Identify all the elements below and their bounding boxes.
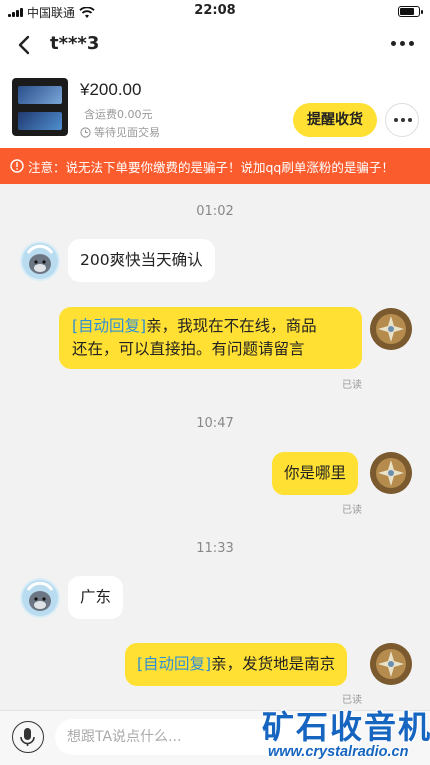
chevron-left-icon[interactable] bbox=[12, 32, 38, 58]
watermark-chinese: 矿石收音机 bbox=[262, 708, 430, 746]
message-text: 亲，我现在不在线，商品 bbox=[146, 317, 317, 335]
message-text: 还在，可以直接拍。有问题请留言 bbox=[72, 340, 305, 358]
more-dots-icon bbox=[394, 118, 412, 122]
message-timestamp: 10:47 bbox=[196, 416, 234, 431]
user-avatar[interactable] bbox=[370, 643, 412, 685]
chat-area[interactable]: 01:02 200爽快当天确认 [自动回复]亲，我现在不在线，商品 还在，可以直… bbox=[0, 184, 430, 710]
shipping-fee: 含运费0.00元 bbox=[84, 108, 153, 121]
seller-avatar[interactable] bbox=[20, 578, 60, 618]
outgoing-message[interactable]: 你是哪里 bbox=[272, 452, 359, 495]
product-card[interactable]: ¥200.00 含运费0.00元 等待见面交易 提醒收货 bbox=[0, 68, 430, 148]
message-timestamp: 01:02 bbox=[196, 204, 234, 219]
seller-avatar[interactable] bbox=[20, 241, 60, 281]
status-bar: 中国联通 22:08 bbox=[0, 0, 430, 22]
product-menu-button[interactable] bbox=[385, 103, 419, 137]
warning-icon bbox=[10, 159, 24, 173]
product-price: ¥200.00 bbox=[80, 80, 142, 99]
message-text: 亲，发货地是南京 bbox=[211, 655, 336, 673]
site-watermark: 矿石收音机 www.crystalradio.cn bbox=[262, 702, 430, 765]
incoming-message[interactable]: 广东 bbox=[68, 576, 124, 619]
clock-time: 22:08 bbox=[194, 3, 236, 18]
outgoing-message[interactable]: [自动回复]亲，我现在不在线，商品 还在，可以直接拍。有问题请留言 bbox=[59, 307, 362, 369]
message-text: 广东 bbox=[80, 588, 112, 606]
chat-partner-name: t***3 bbox=[50, 33, 100, 54]
product-thumbnail[interactable] bbox=[12, 78, 68, 136]
warning-text: 注意：说无法下单要你缴费的是骗子！说加qq刷单涨粉的是骗子！ bbox=[28, 159, 394, 175]
watermark-url: www.crystalradio.cn bbox=[268, 744, 409, 760]
read-receipt: 已读 bbox=[342, 505, 362, 516]
outgoing-message[interactable]: [自动回复]亲，发货地是南京 bbox=[125, 643, 348, 686]
auto-reply-tag: [自动回复] bbox=[72, 317, 147, 335]
trade-status: 等待见面交易 bbox=[80, 124, 160, 140]
battery-icon bbox=[398, 6, 423, 17]
trade-status-text: 等待见面交易 bbox=[94, 126, 160, 139]
more-dots-icon[interactable] bbox=[389, 35, 416, 52]
battery-level bbox=[400, 8, 414, 15]
message-text: 你是哪里 bbox=[284, 464, 347, 482]
clock-icon bbox=[80, 126, 91, 138]
scam-warning-banner: 注意：说无法下单要你缴费的是骗子！说加qq刷单涨粉的是骗子！ bbox=[0, 148, 430, 184]
microphone-icon[interactable] bbox=[12, 721, 44, 753]
incoming-message[interactable]: 200爽快当天确认 bbox=[68, 239, 215, 282]
user-avatar[interactable] bbox=[370, 452, 412, 494]
message-text: 200爽快当天确认 bbox=[80, 251, 203, 269]
nav-bar: t***3 bbox=[0, 22, 430, 68]
user-avatar[interactable] bbox=[370, 308, 412, 350]
remind-receipt-button[interactable]: 提醒收货 bbox=[293, 103, 377, 137]
read-receipt: 已读 bbox=[342, 380, 362, 391]
auto-reply-tag: [自动回复] bbox=[137, 655, 212, 673]
message-timestamp: 11:33 bbox=[196, 541, 234, 556]
